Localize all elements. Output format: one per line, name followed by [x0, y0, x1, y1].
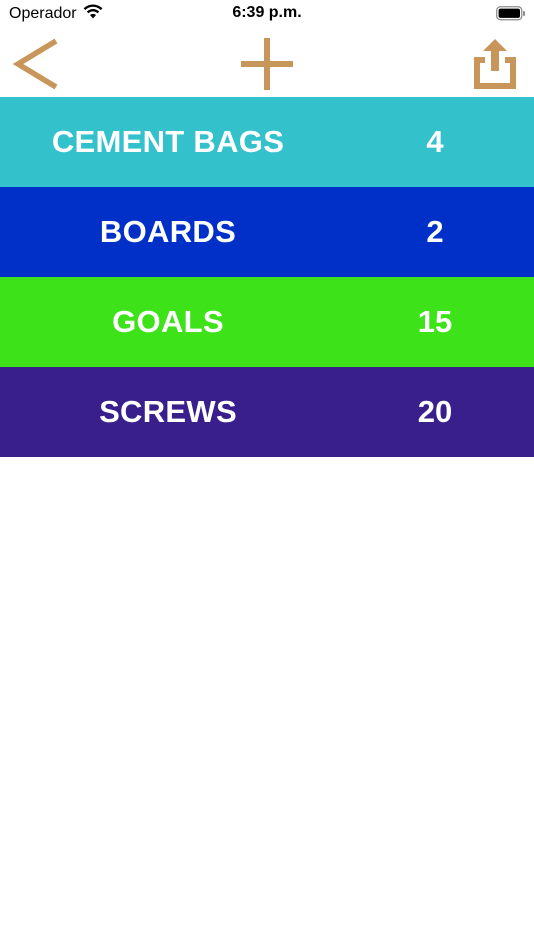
item-quantity: 20 — [417, 394, 453, 429]
item-name: CEMENT BAGS — [51, 124, 285, 159]
toolbar — [0, 30, 534, 97]
share-button[interactable] — [465, 34, 525, 94]
list-item[interactable]: BOARDS 2 — [0, 187, 534, 277]
status-bar: Operador 6:39 p.m. — [0, 0, 534, 30]
item-quantity: 4 — [426, 124, 444, 159]
status-time: 6:39 p.m. — [232, 4, 302, 21]
plus-icon — [241, 38, 293, 90]
item-name: SCREWS — [99, 394, 237, 429]
item-name: GOALS — [112, 304, 224, 339]
items-list: CEMENT BAGS 4 BOARDS 2 GOALS 15 SCREWS 2… — [0, 97, 534, 457]
item-quantity: 2 — [426, 214, 444, 249]
share-icon — [474, 39, 516, 89]
chevron-left-icon — [12, 38, 58, 90]
list-item[interactable]: GOALS 15 — [0, 277, 534, 367]
battery-icon — [496, 6, 526, 26]
list-item[interactable]: CEMENT BAGS 4 — [0, 97, 534, 187]
item-quantity: 15 — [417, 304, 453, 339]
back-button[interactable] — [8, 34, 68, 94]
item-name: BOARDS — [99, 214, 237, 249]
add-item-button[interactable] — [237, 34, 297, 94]
list-item[interactable]: SCREWS 20 — [0, 367, 534, 457]
